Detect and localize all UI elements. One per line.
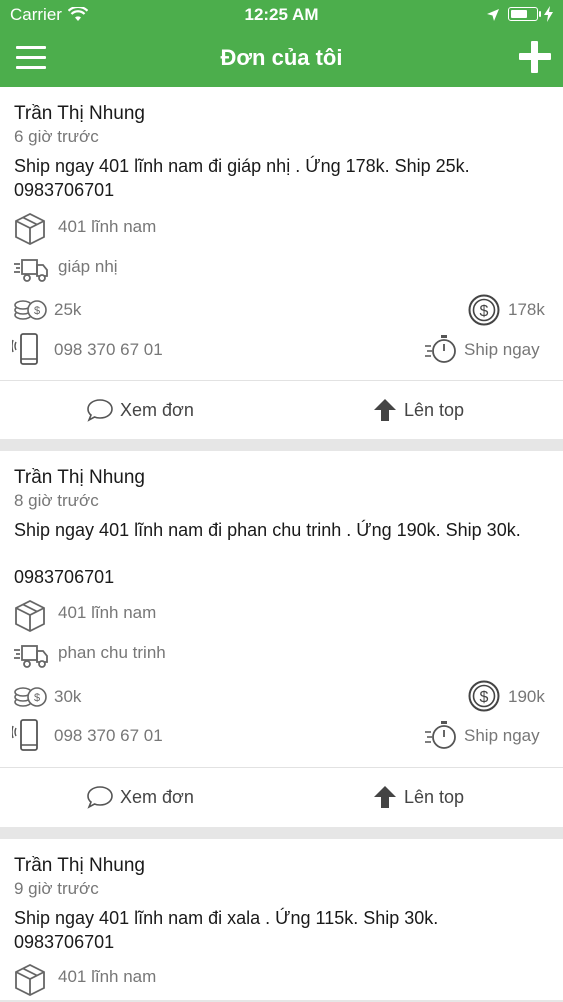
contact-phone: 098 370 67 01 [54,340,163,359]
svg-text:$: $ [34,305,40,317]
delivery-truck-icon [14,257,48,288]
order-description: Ship ngay 401 lĩnh nam đi xala . Ứng 115… [14,908,439,928]
order-card: Trần Thị Nhung 8 giờ trước Ship ngay 401… [0,451,563,827]
customer-name: Trần Thị Nhung [14,467,145,488]
speech-bubble-icon [87,786,113,809]
speech-bubble-icon [87,399,113,422]
bump-to-top-button[interactable]: Lên top [372,768,464,826]
delivery-type: Ship ngay [464,726,540,745]
dollar-coin-icon: $ [468,294,500,331]
order-actions: Xem đơn Lên top [0,767,563,826]
view-order-label: Xem đơn [120,786,194,807]
order-description-phone: 0983706701 [14,932,115,952]
bump-to-top-label: Lên top [404,786,465,807]
nav-bar: Đơn của tôi [0,30,563,87]
order-description: Ship ngay 401 lĩnh nam đi phan chu trinh… [14,520,521,540]
bump-to-top-label: Lên top [404,399,465,420]
package-box-icon [14,963,46,1002]
delivery-type: Ship ngay [464,340,540,359]
pickup-address: 401 lĩnh nam [58,217,157,236]
order-description-phone: 0983706701 [14,180,115,200]
battery-icon [508,7,541,21]
customer-name: Trần Thị Nhung [14,855,145,876]
dollar-coin-icon: $ [468,680,500,717]
view-order-button[interactable]: Xem đơn [86,768,194,826]
status-time: 12:25 AM [244,5,319,24]
charging-bolt-icon [544,6,553,25]
ship-fee: 30k [54,687,82,706]
ship-fee: 25k [54,300,82,319]
package-box-icon [14,212,46,251]
phone-icon [11,332,46,371]
order-card: Trần Thị Nhung 6 giờ trước Ship ngay 401… [0,87,563,439]
package-box-icon [14,599,46,638]
advance-amount: 190k [508,687,545,706]
dropoff-address: phan chu trinh [58,643,166,662]
order-actions: Xem đơn Lên top [0,380,563,439]
coins-icon: $ [13,297,47,326]
arrow-up-icon [374,786,396,808]
order-description-phone: 0983706701 [14,567,115,587]
order-time: 6 giờ trước [14,127,99,146]
view-order-button[interactable]: Xem đơn [86,381,194,439]
stopwatch-icon [424,332,458,371]
status-bar: Carrier 12:25 AM [0,0,563,30]
order-card: Trần Thị Nhung 9 giờ trước Ship ngay 401… [0,839,563,1000]
order-description: Ship ngay 401 lĩnh nam đi giáp nhị . Ứng… [14,156,470,176]
add-order-button[interactable] [519,41,551,73]
coins-icon: $ [13,684,47,713]
delivery-truck-icon [14,643,48,674]
svg-text:$: $ [34,692,40,704]
pickup-address: 401 lĩnh nam [58,603,157,622]
page-title: Đơn của tôi [220,45,343,70]
order-time: 9 giờ trước [14,879,99,898]
bump-to-top-button[interactable]: Lên top [372,381,464,439]
svg-text:$: $ [480,689,489,706]
view-order-label: Xem đơn [120,399,194,420]
pickup-address: 401 lĩnh nam [58,967,157,986]
order-time: 8 giờ trước [14,491,99,510]
customer-name: Trần Thị Nhung [14,103,145,124]
location-arrow-icon [486,7,500,27]
stopwatch-icon [424,718,458,757]
contact-phone: 098 370 67 01 [54,726,163,745]
card-divider [0,827,563,839]
advance-amount: 178k [508,300,545,319]
card-divider [0,439,563,451]
dropoff-address: giáp nhị [58,257,118,276]
svg-text:$: $ [480,303,489,320]
arrow-up-icon [374,399,396,421]
phone-icon [11,718,46,757]
